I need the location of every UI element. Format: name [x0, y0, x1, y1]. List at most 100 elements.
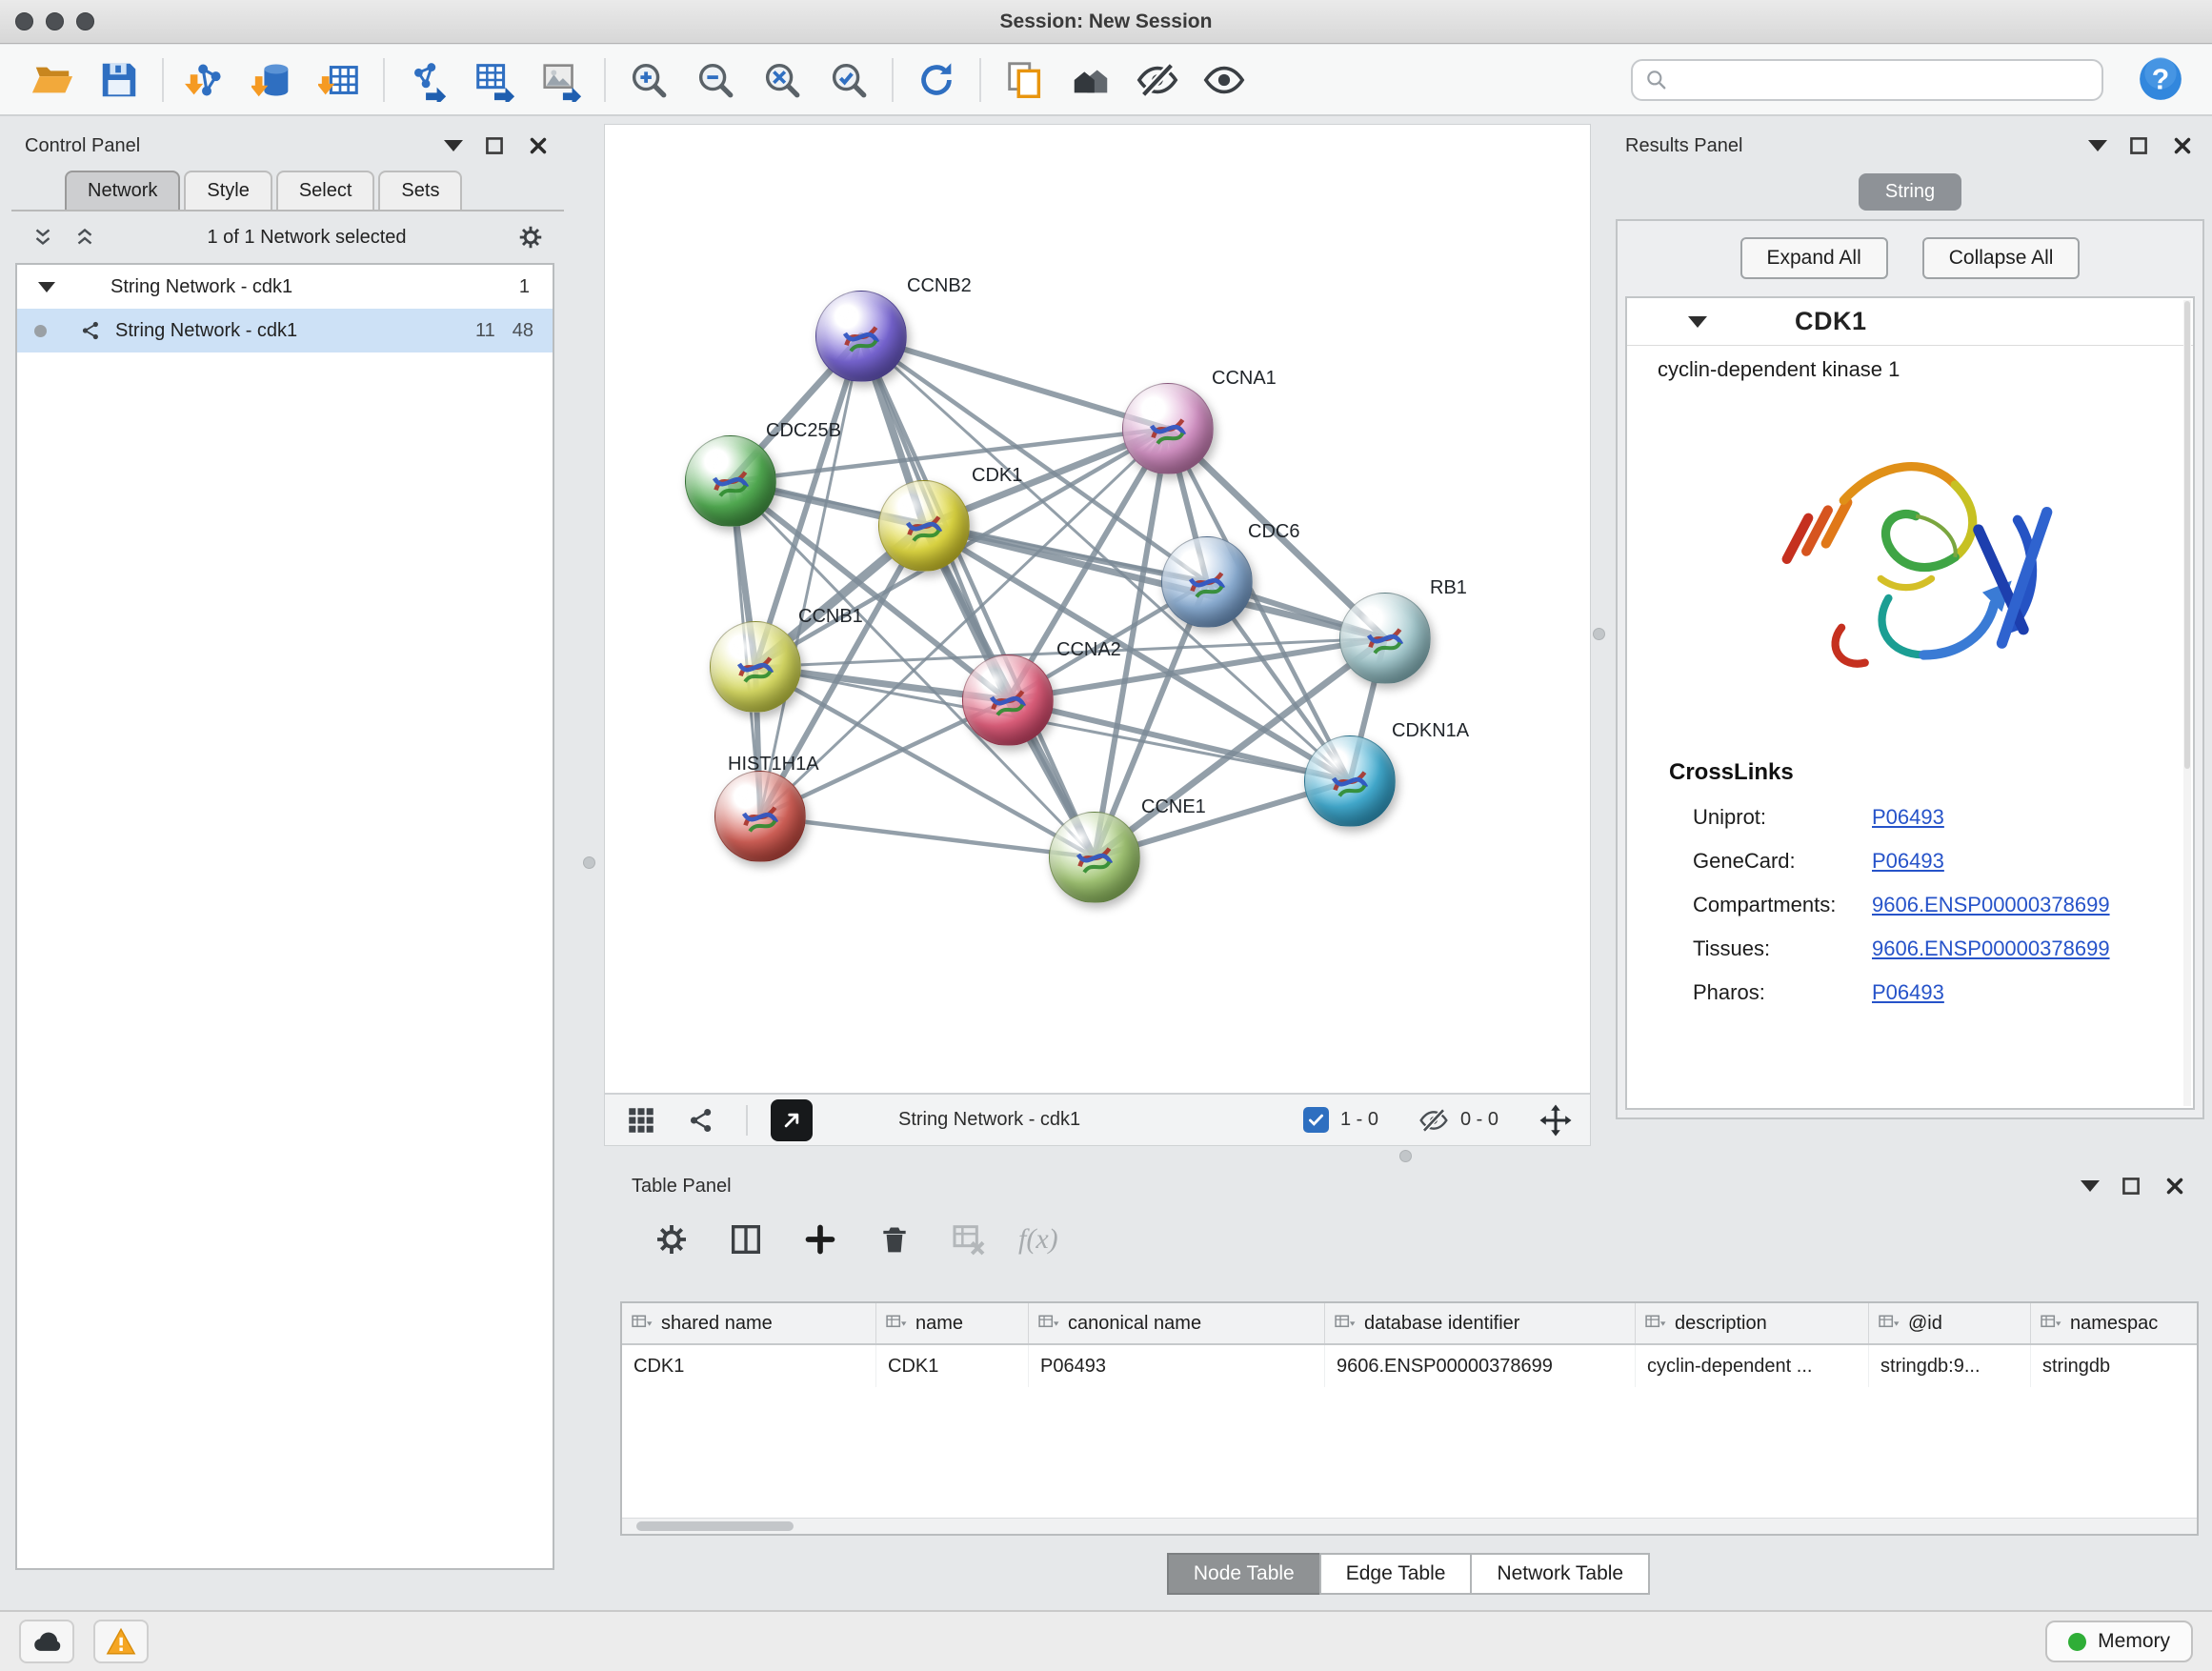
edge-HIST1H1A-CCNE1[interactable] — [760, 816, 1095, 857]
tab-node-table[interactable]: Node Table — [1167, 1553, 1321, 1595]
show-columns-button[interactable] — [721, 1215, 771, 1264]
tab-network[interactable]: Network — [65, 171, 180, 210]
table-cell[interactable]: P06493 — [1029, 1345, 1325, 1387]
network-row[interactable]: String Network - cdk1 11 48 — [17, 309, 553, 352]
crosslink-link[interactable]: 9606.ENSP00000378699 — [1872, 893, 2110, 917]
node-CDKN1A[interactable] — [1304, 735, 1396, 827]
table-row[interactable]: CDK1CDK1P064939606.ENSP00000378699cyclin… — [622, 1345, 2197, 1387]
node-HIST1H1A[interactable] — [714, 771, 806, 862]
close-panel-icon[interactable] — [526, 133, 551, 158]
save-session-button[interactable] — [92, 52, 146, 108]
crosslink-link[interactable]: 9606.ENSP00000378699 — [1872, 936, 2110, 961]
export-image-button[interactable] — [534, 52, 588, 108]
birdseye-view-button[interactable] — [771, 1099, 813, 1141]
edge-CCNB2-HIST1H1A[interactable] — [760, 336, 861, 816]
memory-button[interactable]: Memory — [2045, 1621, 2193, 1662]
expand-all-icon[interactable] — [72, 225, 97, 250]
column-header-canonical-name[interactable]: canonical name — [1029, 1303, 1325, 1343]
node-CCNA2[interactable] — [962, 654, 1054, 746]
hidden-eye-icon[interactable] — [1418, 1105, 1449, 1136]
table-cell[interactable]: stringdb:9... — [1869, 1345, 2031, 1387]
crosslink-link[interactable]: P06493 — [1872, 980, 1944, 1005]
pan-move-icon[interactable] — [1538, 1103, 1573, 1137]
right-splitter-handle[interactable] — [1593, 628, 1605, 640]
zoom-fit-button[interactable] — [755, 52, 809, 108]
crosslink-link[interactable]: P06493 — [1872, 849, 1944, 874]
float-panel-icon[interactable] — [482, 133, 507, 158]
network-canvas[interactable]: CCNB2CCNA1CDC25BCDK1CDC6RB1CCNB1CCNA2CDK… — [605, 125, 1590, 1093]
node-CDC6[interactable] — [1161, 536, 1253, 628]
node-CCNB2[interactable] — [815, 291, 907, 382]
table-cell[interactable]: 9606.ENSP00000378699 — [1325, 1345, 1636, 1387]
collapse-all-icon[interactable] — [30, 225, 55, 250]
panel-menu-icon[interactable] — [2088, 140, 2107, 151]
table-cell[interactable]: stringdb — [2031, 1345, 2199, 1387]
tab-style[interactable]: Style — [184, 171, 271, 210]
scrollbar-thumb[interactable] — [636, 1521, 794, 1531]
network-collection-row[interactable]: String Network - cdk1 1 — [17, 265, 553, 309]
column-header-description[interactable]: description — [1636, 1303, 1869, 1343]
selected-checkbox-icon[interactable] — [1303, 1107, 1329, 1133]
left-splitter-handle[interactable] — [583, 856, 595, 869]
results-scrollbar[interactable] — [2183, 300, 2191, 1106]
apply-function-button[interactable]: f(x) — [1018, 1223, 1058, 1256]
table-options-button[interactable] — [647, 1215, 696, 1264]
home-button[interactable] — [1064, 52, 1117, 108]
protein-header[interactable]: CDK1 — [1627, 298, 2193, 346]
import-table-button[interactable] — [313, 52, 367, 108]
clear-table-button[interactable] — [944, 1215, 994, 1264]
network-view-button[interactable] — [681, 1099, 723, 1141]
collapse-section-icon[interactable] — [1688, 316, 1707, 328]
zoom-selected-button[interactable] — [822, 52, 875, 108]
horizontal-splitter-handle[interactable] — [1399, 1150, 1412, 1162]
tab-string[interactable]: String — [1859, 173, 1961, 211]
node-CCNB1[interactable] — [710, 621, 801, 713]
create-column-button[interactable] — [795, 1215, 845, 1264]
grid-view-button[interactable] — [620, 1099, 662, 1141]
expand-all-button[interactable]: Expand All — [1740, 237, 1888, 279]
delete-column-button[interactable] — [870, 1215, 919, 1264]
export-table-button[interactable] — [468, 52, 521, 108]
panel-menu-icon[interactable] — [2081, 1180, 2100, 1192]
node-CDC25B[interactable] — [685, 435, 776, 527]
column-header-database-identifier[interactable]: database identifier — [1325, 1303, 1636, 1343]
search-input[interactable] — [1677, 69, 2090, 91]
network-options-gear-icon[interactable] — [516, 223, 545, 252]
collapse-all-button[interactable]: Collapse All — [1922, 237, 2081, 279]
minimize-window-button[interactable] — [46, 12, 64, 30]
table-cell[interactable]: cyclin-dependent ... — [1636, 1345, 1869, 1387]
panel-menu-icon[interactable] — [444, 140, 463, 151]
help-button[interactable]: ? — [2136, 55, 2185, 105]
edge-CCNB2-CCNE1[interactable] — [861, 336, 1095, 857]
import-network-database-button[interactable] — [247, 52, 300, 108]
column-header-name[interactable]: name — [876, 1303, 1029, 1343]
export-network-button[interactable] — [401, 52, 454, 108]
edge-CCNB2-CCNA1[interactable] — [861, 336, 1168, 429]
apply-layout-button[interactable] — [910, 52, 963, 108]
float-panel-icon[interactable] — [2126, 133, 2151, 158]
tab-select[interactable]: Select — [276, 171, 375, 210]
zoom-in-button[interactable] — [622, 52, 675, 108]
table-horizontal-scrollbar[interactable] — [622, 1518, 2197, 1534]
tab-edge-table[interactable]: Edge Table — [1319, 1553, 1473, 1595]
column-header-namespac[interactable]: namespac — [2031, 1303, 2199, 1343]
cloud-button[interactable] — [19, 1620, 74, 1663]
table-cell[interactable]: CDK1 — [622, 1345, 876, 1387]
crosslink-link[interactable]: P06493 — [1872, 805, 1944, 830]
zoom-window-button[interactable] — [76, 12, 94, 30]
table-cell[interactable]: CDK1 — [876, 1345, 1029, 1387]
close-panel-icon[interactable] — [2162, 1174, 2187, 1198]
tab-sets[interactable]: Sets — [378, 171, 462, 210]
close-panel-icon[interactable] — [2170, 133, 2195, 158]
show-view-button[interactable] — [1197, 52, 1251, 108]
float-panel-icon[interactable] — [2119, 1174, 2143, 1198]
open-session-button[interactable] — [26, 52, 79, 108]
column-header--id[interactable]: @id — [1869, 1303, 2031, 1343]
warning-button[interactable] — [93, 1620, 149, 1663]
import-network-button[interactable] — [180, 52, 233, 108]
documents-button[interactable] — [997, 52, 1051, 108]
zoom-out-button[interactable] — [689, 52, 742, 108]
node-CCNA1[interactable] — [1122, 383, 1214, 474]
tab-network-table[interactable]: Network Table — [1470, 1553, 1650, 1595]
column-header-shared-name[interactable]: shared name — [622, 1303, 876, 1343]
